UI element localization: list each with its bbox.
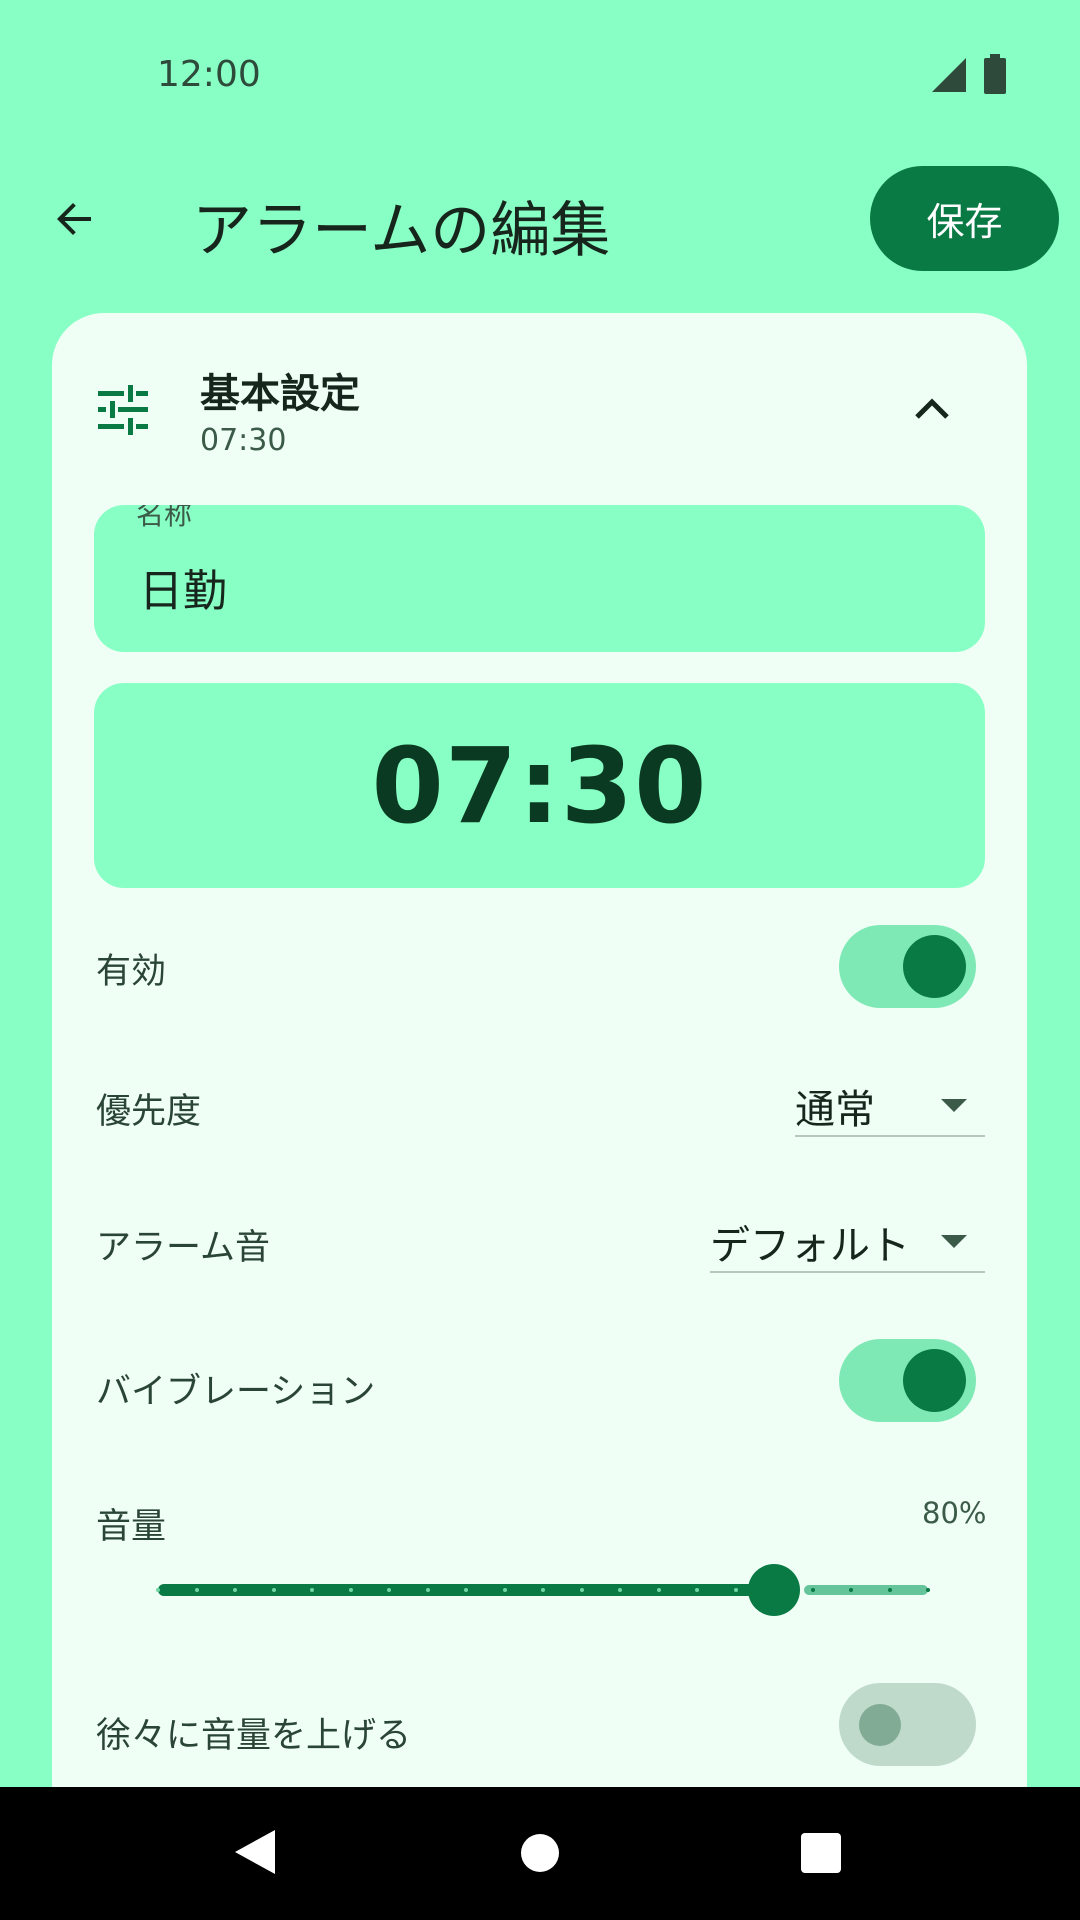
volume-slider[interactable]: [156, 1560, 930, 1620]
gradual-volume-label: 徐々に音量を上げる: [96, 1716, 412, 1756]
status-time: 12:00: [157, 54, 261, 95]
slider-tick: [734, 1588, 738, 1592]
volume-value: 80%: [922, 1496, 987, 1530]
slider-tick: [657, 1588, 661, 1592]
slider-tick: [580, 1588, 584, 1592]
slider-tick: [888, 1588, 892, 1592]
nav-home-icon[interactable]: [521, 1834, 559, 1872]
volume-label: 音量: [96, 1507, 167, 1547]
slider-tick: [503, 1588, 507, 1592]
priority-dropdown[interactable]: 通常: [795, 1077, 985, 1137]
save-button[interactable]: 保存: [870, 166, 1059, 271]
dropdown-arrow-icon: [941, 1235, 967, 1248]
section-title: 基本設定: [200, 371, 360, 417]
slider-active-track: [158, 1584, 766, 1596]
name-field-label: 名称: [136, 505, 193, 531]
slider-thumb[interactable]: [748, 1564, 800, 1616]
slider-tick: [272, 1588, 276, 1592]
status-bar: 12:00: [0, 0, 1080, 150]
gradual-volume-row: 徐々に音量を上げる: [52, 1683, 1027, 1773]
arrow-back-icon: [57, 203, 91, 235]
nav-back-icon[interactable]: [235, 1830, 275, 1874]
slider-tick: [618, 1588, 622, 1592]
section-header[interactable]: 基本設定 07:30: [52, 313, 1027, 503]
slider-tick: [156, 1588, 160, 1592]
back-button[interactable]: [42, 186, 108, 252]
vibration-label: バイブレーション: [96, 1372, 376, 1412]
slider-inactive-track: [804, 1585, 928, 1595]
slider-tick: [849, 1588, 853, 1592]
slider-tick: [695, 1588, 699, 1592]
chevron-up-icon[interactable]: [907, 385, 957, 435]
slider-tick: [195, 1588, 199, 1592]
slider-tick: [233, 1588, 237, 1592]
alarm-sound-row: アラーム音 デフォルト: [52, 1199, 1027, 1289]
priority-value: 通常: [795, 1087, 875, 1133]
nav-recents-icon[interactable]: [801, 1833, 841, 1873]
navigation-bar: [0, 1787, 1080, 1920]
alarm-sound-label: アラーム音: [96, 1228, 270, 1268]
slider-tick: [811, 1588, 815, 1592]
time-value: 07:30: [371, 724, 708, 847]
slider-tick: [926, 1588, 930, 1592]
slider-tick: [541, 1588, 545, 1592]
enabled-row: 有効: [52, 919, 1027, 1009]
slider-tick: [464, 1588, 468, 1592]
enabled-label: 有効: [96, 952, 167, 992]
alarm-sound-dropdown[interactable]: デフォルト: [710, 1213, 985, 1273]
slider-tick: [426, 1588, 430, 1592]
vibration-row: バイブレーション: [52, 1339, 1027, 1429]
slider-tick: [349, 1588, 353, 1592]
settings-card: 基本設定 07:30 名称 日勤 07:30 有効 優先度 通常 アラーム音 デ…: [52, 313, 1027, 1920]
switch-thumb: [903, 935, 966, 998]
section-subtitle: 07:30: [200, 423, 287, 458]
tune-icon: [98, 385, 148, 435]
switch-thumb: [903, 1349, 966, 1412]
vibration-switch[interactable]: [839, 1339, 976, 1422]
volume-row: 音量 80%: [52, 1478, 1027, 1547]
signal-icon: [932, 58, 966, 92]
gradual-volume-switch[interactable]: [839, 1683, 976, 1766]
name-field[interactable]: 名称 日勤: [94, 505, 985, 652]
slider-tick: [310, 1588, 314, 1592]
time-picker-button[interactable]: 07:30: [94, 683, 985, 888]
slider-tick: [387, 1588, 391, 1592]
switch-thumb: [859, 1704, 901, 1746]
battery-icon: [984, 54, 1006, 94]
enabled-switch[interactable]: [839, 925, 976, 1008]
page-title: アラームの編集: [192, 196, 611, 266]
dropdown-arrow-icon: [941, 1099, 967, 1112]
top-app-bar: アラームの編集 保存: [0, 160, 1080, 280]
name-field-value: 日勤: [139, 566, 227, 617]
priority-label: 優先度: [96, 1092, 202, 1132]
priority-row: 優先度 通常: [52, 1063, 1027, 1153]
alarm-sound-value: デフォルト: [710, 1223, 910, 1269]
